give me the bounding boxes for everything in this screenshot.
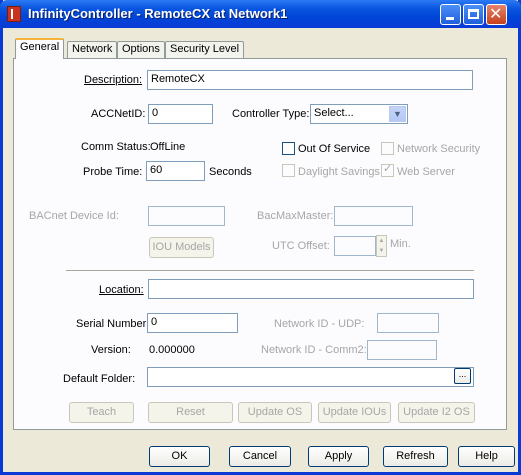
refresh-button[interactable]: Refresh xyxy=(383,446,448,467)
location-label-text: Location: xyxy=(99,284,144,296)
maximize-icon xyxy=(468,9,479,19)
check-icon: ✓ xyxy=(383,163,393,175)
tab-options-label: Options xyxy=(122,43,160,55)
daylight-savings-label: Daylight Savings xyxy=(298,166,380,178)
tab-security-level[interactable]: Security Level xyxy=(165,41,245,58)
out-of-service-label: Out Of Service xyxy=(298,143,371,155)
spin-down-icon: ▼ xyxy=(378,248,385,254)
tab-security-level-label: Security Level xyxy=(170,43,240,55)
comm-status-label: Comm Status: xyxy=(81,141,151,153)
section-divider xyxy=(66,270,474,271)
tab-network[interactable]: Network xyxy=(67,41,118,58)
network-id-udp-field xyxy=(377,313,439,333)
probe-time-field[interactable]: 60 xyxy=(146,161,205,181)
browse-folder-button[interactable]: ... xyxy=(454,368,471,384)
app-icon xyxy=(7,6,21,22)
description-field[interactable]: RemoteCX xyxy=(147,70,473,90)
controller-window: InfinityController - RemoteCX at Network… xyxy=(0,0,521,475)
help-button[interactable]: Help xyxy=(458,446,515,467)
web-server-label: Web Server xyxy=(397,166,455,178)
accnetid-field[interactable]: 0 xyxy=(148,104,213,124)
tab-options[interactable]: Options xyxy=(117,41,165,58)
serial-number-field[interactable]: 0 xyxy=(147,313,238,333)
utc-offset-field xyxy=(334,236,376,256)
out-of-service-checkbox[interactable] xyxy=(282,142,295,155)
update-ious-button: Update IOUs xyxy=(318,402,391,423)
description-label: Description: xyxy=(84,74,142,86)
description-label-text: Description: xyxy=(84,74,143,86)
probe-time-unit: Seconds xyxy=(209,166,252,178)
daylight-savings-checkbox xyxy=(282,164,295,177)
version-value: 0.000000 xyxy=(149,344,195,356)
controller-type-label: Controller Type: xyxy=(232,108,310,120)
location-field[interactable] xyxy=(148,279,474,299)
cancel-button[interactable]: Cancel xyxy=(229,446,291,467)
ok-button[interactable]: OK xyxy=(149,446,210,467)
network-id-comm2-field xyxy=(367,340,437,360)
utc-offset-spinner: ▲ ▼ xyxy=(376,235,387,257)
window-title: InfinityController - RemoteCX at Network… xyxy=(28,6,288,21)
minimize-button[interactable] xyxy=(440,4,461,25)
tab-network-label: Network xyxy=(72,43,113,55)
network-security-checkbox xyxy=(381,142,394,155)
default-folder-label: Default Folder: xyxy=(63,373,136,385)
location-label: Location: xyxy=(99,284,144,296)
web-server-checkbox: ✓ xyxy=(381,163,394,177)
network-security-label: Network Security xyxy=(397,143,481,155)
network-id-comm2-label: Network ID - Comm2: xyxy=(261,344,367,356)
tab-general[interactable]: General xyxy=(15,38,65,59)
minimize-icon xyxy=(446,17,454,20)
apply-button[interactable]: Apply xyxy=(308,446,369,467)
serial-number-label: Serial Number: xyxy=(76,318,150,330)
bacnet-device-id-label: BACnet Device Id: xyxy=(29,210,119,222)
comm-status-value: OffLine xyxy=(150,141,186,153)
close-icon: ✕ xyxy=(489,4,503,23)
version-label: Version: xyxy=(91,344,131,356)
accnetid-label: ACCNetID: xyxy=(91,108,146,120)
utc-offset-label: UTC Offset: xyxy=(272,240,330,252)
teach-button: Teach xyxy=(69,402,134,423)
update-i2-os-button: Update I2 OS xyxy=(398,402,475,423)
iou-models-button: IOU Models xyxy=(149,237,214,258)
network-id-udp-label: Network ID - UDP: xyxy=(274,318,365,330)
reset-button: Reset xyxy=(148,402,233,423)
tab-general-label: General xyxy=(20,41,60,53)
maximize-button[interactable] xyxy=(463,4,484,25)
utc-unit: Min. xyxy=(390,238,411,250)
bacnet-device-id-field xyxy=(148,206,225,226)
bacmaxmaster-label: BacMaxMaster: xyxy=(257,210,334,222)
default-folder-field[interactable] xyxy=(147,367,474,387)
update-os-button: Update OS xyxy=(238,402,312,423)
title-bar[interactable]: InfinityController - RemoteCX at Network… xyxy=(0,0,521,28)
close-button[interactable]: ✕ xyxy=(486,4,507,25)
chevron-down-icon[interactable]: ▼ xyxy=(389,106,406,122)
bacmaxmaster-field xyxy=(334,206,413,226)
probe-time-label: Probe Time: xyxy=(83,166,143,178)
spin-up-icon: ▲ xyxy=(378,238,385,244)
